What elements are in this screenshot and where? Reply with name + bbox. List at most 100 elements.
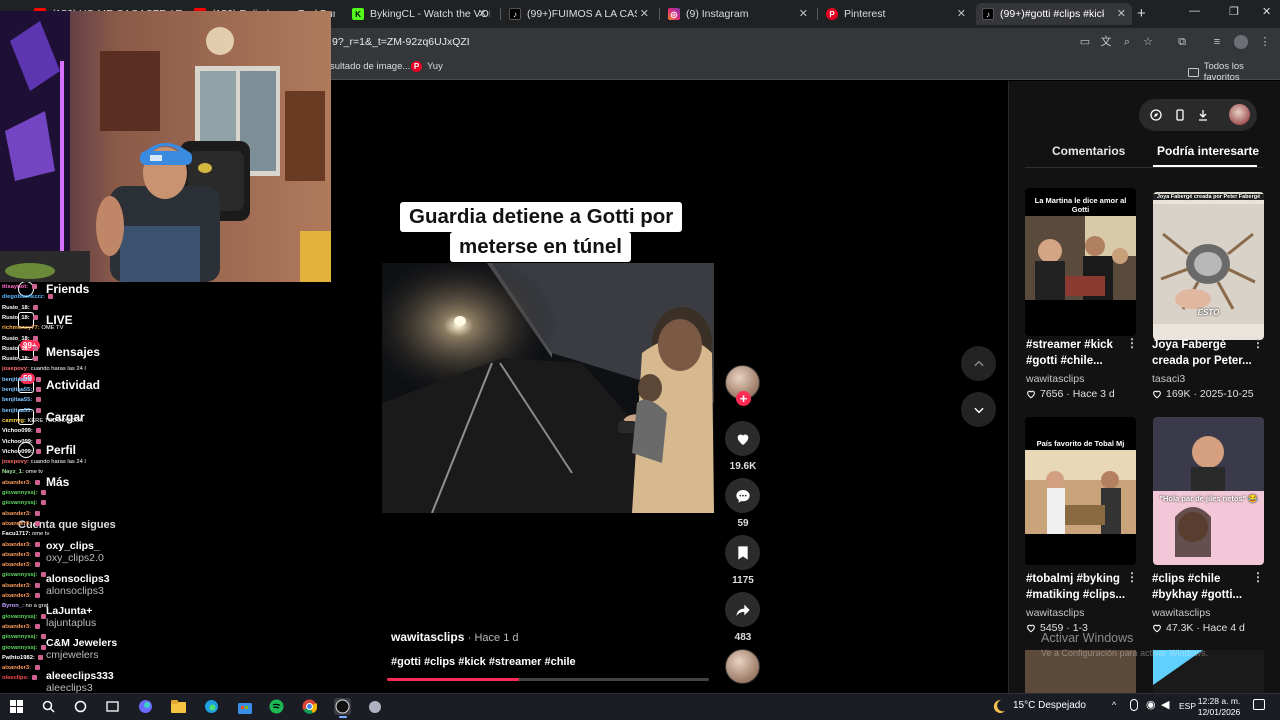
chat-username: Rusio_18: [2,356,32,363]
chat-message: Rusio_18: [2,356,39,363]
language-indicator[interactable]: ESP [1179,701,1196,711]
close-icon[interactable]: ✕ [799,7,808,20]
more-options-icon[interactable]: ⋮ [1252,570,1264,584]
recommended-video-author[interactable]: wawitasclips [1026,607,1084,619]
task-view-icon[interactable] [104,698,121,715]
video-player[interactable] [382,263,714,513]
chat-message: alxander3: [2,593,40,600]
close-icon[interactable]: ✕ [478,7,487,20]
previous-video-button[interactable] [961,346,996,381]
recommended-video-author[interactable]: wawitasclips [1152,607,1210,619]
notifications-icon[interactable] [1253,699,1265,710]
translate-icon[interactable]: 文 [1099,35,1113,49]
search-icon[interactable] [40,698,57,715]
recommended-video-thumb[interactable]: "Hola par de jiles netos" 😂 [1153,417,1264,565]
chat-message: alxander3: [2,623,40,631]
clock-time[interactable]: 12:28 a. m. [1196,696,1242,706]
next-video-button[interactable] [961,392,996,427]
tab-tiktok-active[interactable]: ♪ (99+)#gotti #clips #kick #streamer ✕ [976,3,1132,25]
tab-tiktok-1[interactable]: ♪ (99+)FUIMOS A LA CASITA DE ... ✕ [505,3,655,25]
microphone-icon[interactable] [1130,699,1138,711]
spotify-icon[interactable] [268,698,285,715]
recommended-video-title[interactable]: Joya Fabergé creada por Peter... [1152,337,1254,369]
tab-recommended[interactable]: Podría interesarte [1157,144,1259,158]
url-text[interactable]: 9?_r=1&_t=ZM-92zq6UJxQZI [332,36,470,48]
profile-avatar-icon[interactable] [1234,35,1248,49]
compass-icon[interactable] [1150,109,1162,121]
store-icon[interactable] [236,698,253,715]
copilot-icon[interactable] [137,698,154,715]
bookmark-item[interactable]: P Yuy [411,61,443,72]
tab-label: Pinterest [844,8,886,20]
recommended-video-thumb[interactable]: La Martina le dice amor al Gotti [1025,188,1136,336]
tray-chevron-icon[interactable]: ^ [1112,700,1116,710]
like-button[interactable] [725,421,760,456]
weather-moon-icon[interactable] [990,698,1007,715]
close-icon[interactable]: ✕ [640,7,649,20]
mobile-icon[interactable] [1174,109,1186,121]
new-tab-button[interactable]: + [1137,5,1146,22]
cast-icon[interactable]: ▭ [1078,35,1092,49]
all-bookmarks-button[interactable]: Todos los favoritos [1188,61,1280,83]
obs-icon[interactable] [334,698,351,715]
video-caption-line-1: Guardia detiene a Gotti por [400,202,683,232]
user-avatar[interactable] [1229,104,1250,125]
volume-icon[interactable]: ◀ [1161,698,1169,711]
tray-app-icon[interactable]: ◉ [1146,698,1156,711]
recommended-video-title[interactable]: #streamer #kick #gotti #chile... [1026,337,1128,369]
emote-icon [35,387,41,392]
download-icon[interactable] [1197,109,1209,121]
maximize-icon[interactable]: ❐ [1229,5,1239,18]
bookmark-star-icon[interactable]: ☆ [1141,35,1155,49]
chat-message: alxander3: [2,541,40,549]
comment-button[interactable] [725,478,760,513]
recommended-video-title[interactable]: #clips #chile #bykhay #gotti... [1152,571,1254,603]
video-hashtags[interactable]: #gotti #clips #kick #streamer #chile [391,656,576,668]
chat-username: giovannyssj: [2,572,40,579]
recommended-video-thumb[interactable]: Joya Fabergé creada por Peter Fabergé ES… [1153,192,1264,340]
chat-message: oleeclips: [2,675,38,682]
chat-username: josepovy: [2,366,31,373]
chat-username: josepovy: [2,459,31,466]
edge-icon[interactable] [203,698,220,715]
tab-search-icon[interactable]: ≡ [1210,35,1224,49]
recommended-video-thumb[interactable]: País favorito de Tobal Mj [1025,417,1136,565]
cortana-icon[interactable] [72,698,89,715]
menu-kebab-icon[interactable]: ⋮ [1258,35,1272,49]
more-options-icon[interactable]: ⋮ [1126,336,1138,350]
weather-text[interactable]: 15°C Despejado [1013,700,1086,711]
more-options-icon[interactable]: ⋮ [1126,570,1138,584]
minimize-icon[interactable]: — [1189,5,1200,17]
tab-instagram[interactable]: ◎ (9) Instagram ✕ [664,3,814,25]
recommended-video-author[interactable]: wawitasclips [1026,373,1084,385]
close-icon[interactable]: ✕ [957,7,966,20]
chrome-icon[interactable] [301,698,318,715]
follow-button[interactable]: + [736,391,751,406]
thumb-image [1025,216,1136,300]
share-button[interactable] [725,592,760,627]
recommended-video-title[interactable]: #tobalmj #byking #matiking #clips... [1026,571,1128,603]
tab-pinterest[interactable]: P Pinterest ✕ [822,3,972,25]
window-close-icon[interactable]: ✕ [1262,5,1271,18]
close-icon[interactable]: ✕ [1117,7,1126,20]
like-count: 47.3K [1166,622,1194,634]
clock-date[interactable]: 12/01/2026 [1196,707,1242,717]
tab-kick[interactable]: K BykingCL - Watch the VOD on Kick ✕ [348,3,493,25]
music-disc-avatar[interactable] [725,649,760,684]
like-count: 7656 [1040,388,1064,400]
extensions-icon[interactable]: ⧉ [1175,35,1189,49]
zoom-icon[interactable]: ⌕ [1120,35,1134,49]
save-button[interactable] [725,535,760,570]
recommended-video-author[interactable]: tasaci3 [1152,373,1185,385]
app-icon[interactable] [366,698,383,715]
chat-message: Vichoo099: [2,438,42,446]
bookmark-item[interactable]: sultado de image... [330,61,410,72]
pinterest-icon: P [826,8,838,20]
chat-username: richmoney77: [2,325,42,332]
file-explorer-icon[interactable] [170,698,187,715]
chat-username: oleeclips: [2,675,31,682]
author-name[interactable]: wawitasclips [391,630,464,644]
tab-comments[interactable]: Comentarios [1052,144,1125,158]
windows-start-icon[interactable] [8,698,25,715]
more-options-icon[interactable]: ⋮ [1252,336,1264,350]
